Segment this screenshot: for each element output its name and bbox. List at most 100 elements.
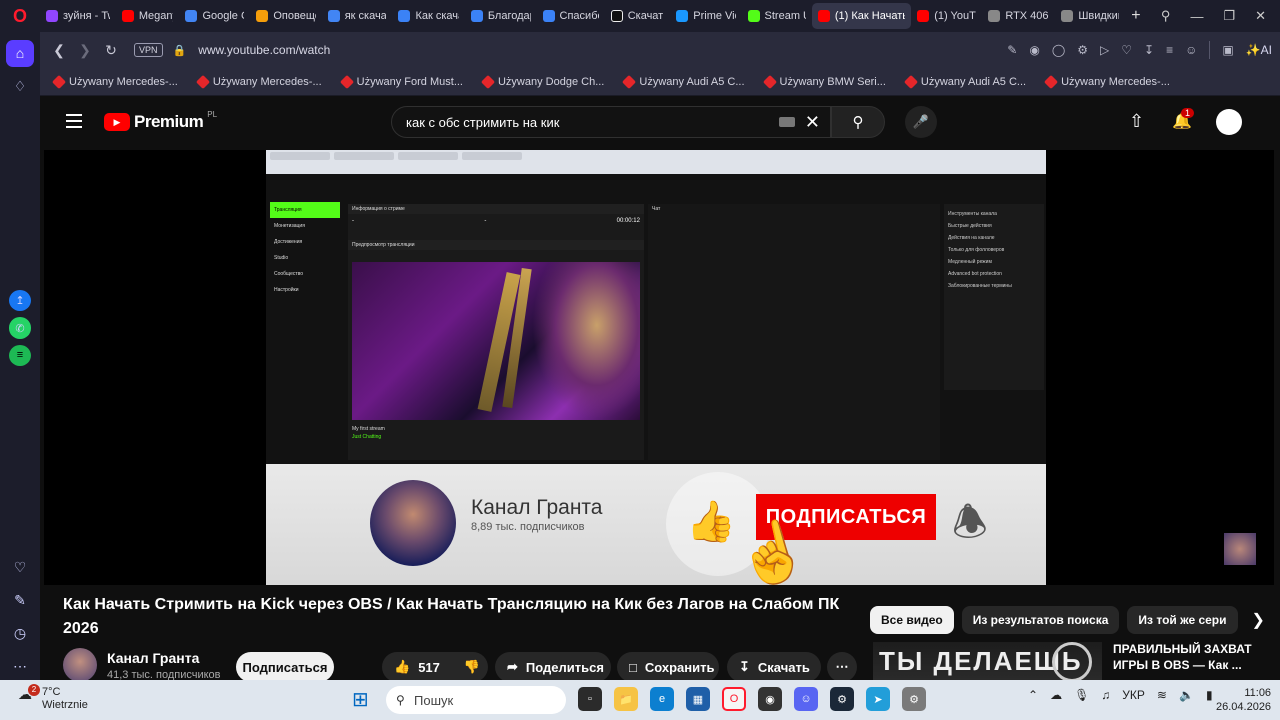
wifi-icon[interactable]: ≋ [1157,688,1167,702]
menu-icon[interactable]: ≡ [1166,43,1173,57]
bookmark-item[interactable]: Używany Mercedes-... [195,74,322,89]
new-tab-icon[interactable]: + [1125,7,1147,25]
shield-icon[interactable]: ◯ [1052,43,1065,57]
browser-tab[interactable]: Prime Vid [670,3,741,29]
spotify-icon[interactable]: ≡ [9,344,31,366]
chip-all-videos[interactable]: Все видео [870,606,954,634]
edit-icon[interactable]: ✎ [1007,43,1017,57]
browser-tab[interactable]: Швидкий [1055,3,1125,29]
battery-icon[interactable]: ▮ [1206,688,1213,702]
heart-icon[interactable]: ♡ [1121,43,1132,57]
discord-icon[interactable]: ☺ [794,687,818,711]
history-icon[interactable]: ◷ [6,620,34,647]
browser-tab[interactable]: Оповеще [250,3,321,29]
dislike-icon[interactable]: 👎 [464,659,480,675]
clear-search-icon[interactable]: ✕ [805,112,820,133]
close-icon[interactable]: ✕ [1255,8,1266,24]
file-explorer-icon[interactable]: 📁 [614,687,638,711]
browser-tab[interactable]: Google G [179,3,250,29]
chip-search-results[interactable]: Из результатов поиска [961,606,1120,634]
more-actions-button[interactable]: ⋯ [827,652,857,680]
edge-icon[interactable]: e [650,687,674,711]
browser-tab[interactable]: Скачать [605,3,671,29]
browser-tab[interactable]: Megany [116,3,180,29]
upload-icon[interactable]: ⇧ [1129,111,1144,132]
bookmark-item[interactable]: Używany Dodge Ch... [480,74,604,89]
bookmark-item[interactable]: Używany BMW Seri... [762,74,886,89]
browser-tab[interactable]: RTX 4060 [982,3,1055,29]
home-icon[interactable]: ⌂ [6,40,34,67]
telegram-icon[interactable]: ➤ [866,687,890,711]
obs-icon[interactable]: ◉ [758,687,782,711]
account-avatar[interactable] [1216,109,1242,135]
camera-icon[interactable]: ◉ [1029,43,1039,57]
vpn-badge[interactable]: VPN [134,43,163,57]
profile-icon[interactable]: ☺ [1185,43,1197,57]
forward-icon[interactable]: ❯ [72,42,98,59]
translate-icon[interactable]: ⚙ [1077,43,1088,57]
bookmark-item[interactable]: Używany Audi A5 C... [622,74,745,89]
bookmark-item[interactable]: Używany Audi A5 C... [903,74,1026,89]
more-icon[interactable]: ⋯ [6,653,34,680]
store-icon[interactable]: ▦ [686,687,710,711]
browser-tab[interactable]: Как скача [392,3,464,29]
opera-logo-icon[interactable]: O [0,0,40,32]
save-button[interactable]: □ Сохранить [617,652,719,680]
browser-tab[interactable]: Спасибо [537,3,605,29]
like-icon[interactable]: 👍 [394,659,410,675]
browser-tab[interactable]: Stream U [742,3,812,29]
related-video-thumbnail[interactable]: ТЫ ДЕЛАЕШЬ [873,642,1102,680]
download-button[interactable]: ↧ Скачать [727,652,821,680]
back-icon[interactable]: ❮ [46,42,72,59]
cube-icon[interactable]: ▣ [1222,43,1233,57]
channel-avatar[interactable] [63,648,97,680]
headset-icon[interactable]: ♫ [1101,688,1110,702]
aria-ai-button[interactable]: ✨AI [1246,43,1272,57]
share-button[interactable]: ➦ Поделиться [495,652,611,680]
clock[interactable]: 11:06 26.04.2026 [1216,686,1271,714]
related-video-title[interactable]: ПРАВИЛЬНЫЙ ЗАХВАТ ИГРЫ В OBS — Как ... [1113,641,1263,673]
extensions-icon[interactable]: ♢ [6,73,34,100]
bookmark-item[interactable]: Używany Mercedes-... [51,74,178,89]
taskbar-search[interactable]: ⚲ Пошук [386,686,566,714]
lock-icon[interactable]: 🔒 [173,44,187,57]
browser-tab-active[interactable]: (1) Как Начать С [811,3,912,29]
weather-widget[interactable]: ☁ 2 7°C Wietrznie [18,684,88,712]
search-input[interactable]: как с обс стримить на кик ✕ [391,106,831,138]
channel-name[interactable]: Канал Гранта [107,650,199,666]
messenger-icon[interactable]: ↥ [9,290,31,312]
opera-icon[interactable]: O [722,687,746,711]
heart-icon[interactable]: ♡ [6,554,34,581]
voice-search-button[interactable]: 🎤 [905,106,937,138]
browser-tab[interactable]: (1) YouTu [911,3,982,29]
chevron-up-icon[interactable]: ⌃ [1028,688,1038,702]
minimize-icon[interactable]: — [1190,9,1203,24]
download-icon[interactable]: ↧ [1144,43,1154,57]
windows-start-icon[interactable]: ⊞ [352,689,374,711]
browser-tab[interactable]: зуйня - Tw [40,3,116,29]
bookmark-item[interactable]: Używany Mercedes-... [1044,74,1170,89]
restore-icon[interactable]: ❐ [1223,8,1235,24]
youtube-logo[interactable]: ▶ Premium PL [104,110,217,132]
player-icon[interactable]: ▷ [1100,43,1109,57]
tab-search-icon[interactable]: ⚲ [1161,8,1171,24]
browser-tab[interactable]: Благодар [465,3,537,29]
language-indicator[interactable]: УКР [1122,688,1145,702]
pinboard-icon[interactable]: ✎ [6,587,34,614]
channel-watermark[interactable] [1224,533,1256,565]
keyboard-icon[interactable] [778,117,795,127]
browser-tab[interactable]: як скачат [322,3,393,29]
chevron-right-icon[interactable]: ❯ [1252,610,1265,630]
url-field[interactable]: www.youtube.com/watch [198,43,1007,57]
video-player[interactable]: Трансляция Монетизация Достижения Studio… [44,150,1274,585]
task-view-icon[interactable]: ▫ [578,687,602,711]
subscribe-button[interactable]: Подписаться [236,652,334,680]
video-frame[interactable]: Трансляция Монетизация Достижения Studio… [266,150,1046,585]
whatsapp-icon[interactable]: ✆ [9,317,31,339]
chip-same-series[interactable]: Из той же сери [1127,606,1238,634]
volume-icon[interactable]: 🔈 [1179,688,1194,702]
cloud-icon[interactable]: ☁ [1050,688,1062,702]
like-count[interactable]: 517 [418,660,440,675]
bookmark-item[interactable]: Używany Ford Must... [339,74,463,89]
microphone-icon[interactable]: 🎙 [1074,688,1089,702]
